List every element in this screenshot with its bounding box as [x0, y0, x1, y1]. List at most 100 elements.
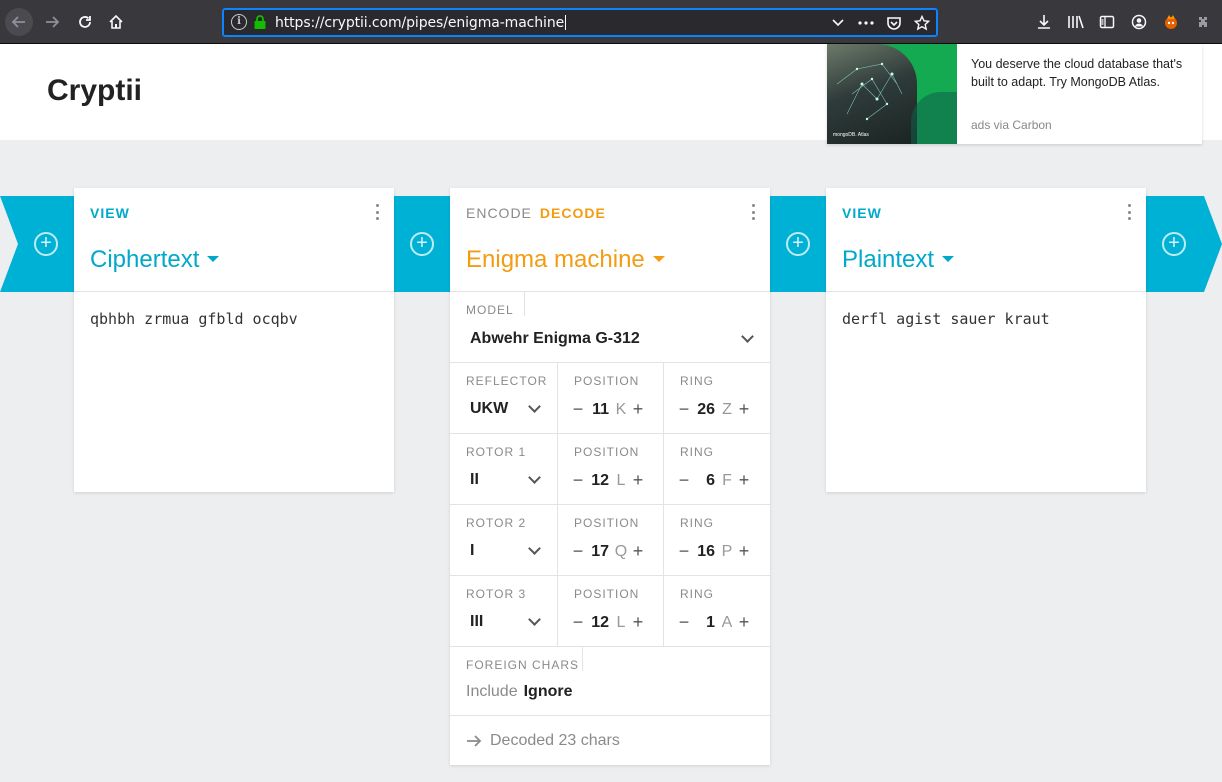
plus-icon[interactable]: + — [737, 399, 751, 420]
plus-icon[interactable]: + — [631, 612, 645, 633]
model-select[interactable]: Abwehr Enigma G-312 — [470, 330, 640, 348]
rotor-select[interactable]: I — [470, 542, 474, 560]
position-letter: L — [616, 613, 626, 631]
minus-icon[interactable]: − — [571, 470, 585, 491]
site-logo[interactable]: Cryptii — [47, 74, 142, 108]
divider — [557, 505, 558, 576]
mode-toggle: ENCODE DECODE — [466, 205, 606, 221]
ring-value[interactable]: 26 — [691, 401, 715, 419]
reload-button[interactable] — [71, 8, 99, 36]
add-brick-icon[interactable]: + — [1162, 232, 1186, 256]
card-title-dropdown[interactable]: Enigma machine — [466, 246, 665, 274]
chevron-down-icon[interactable] — [741, 330, 754, 343]
divider — [663, 576, 664, 647]
position-value[interactable]: 11 — [585, 401, 609, 419]
extension-icon[interactable] — [1161, 12, 1181, 32]
divider — [582, 647, 583, 671]
minus-icon[interactable]: − — [677, 541, 691, 562]
add-brick-icon[interactable]: + — [410, 232, 434, 256]
more-vert-icon[interactable] — [750, 204, 756, 220]
ring-letter: P — [721, 542, 733, 560]
encode-tab[interactable]: ENCODE — [466, 205, 532, 221]
rotor-label: ROTOR 3 — [466, 587, 527, 601]
card-header: VIEW Plaintext — [826, 188, 1146, 292]
sidebar-icon[interactable] — [1097, 12, 1117, 32]
add-brick-icon[interactable]: + — [34, 232, 58, 256]
ad-text[interactable]: You deserve the cloud database that's bu… — [971, 55, 1186, 91]
card-title-dropdown[interactable]: Plaintext — [842, 246, 955, 274]
ring-value[interactable]: 16 — [691, 543, 715, 561]
chevron-down-icon[interactable] — [528, 471, 541, 484]
caret-down-icon — [652, 256, 665, 262]
lock-icon[interactable] — [253, 14, 267, 30]
rotor-3-row: ROTOR 3 III POSITION − 12 L + RING − 1 A… — [450, 576, 770, 647]
account-icon[interactable] — [1129, 12, 1149, 32]
add-brick-icon[interactable]: + — [786, 232, 810, 256]
url-bar[interactable]: i https://cryptii.com/pipes/enigma-machi… — [222, 8, 938, 37]
info-icon[interactable]: i — [231, 14, 247, 30]
view-mode-label[interactable]: VIEW — [842, 205, 882, 221]
reload-icon — [79, 16, 91, 28]
url-text[interactable]: https://cryptii.com/pipes/enigma-machine — [275, 15, 566, 31]
plus-icon[interactable]: + — [737, 612, 751, 633]
chevron-down-icon[interactable] — [829, 14, 847, 32]
plus-icon[interactable]: + — [631, 470, 645, 491]
divider — [663, 505, 664, 576]
ring-label: RING — [680, 445, 714, 459]
minus-icon[interactable]: − — [677, 399, 691, 420]
minus-icon[interactable]: − — [571, 612, 585, 633]
rotor-select[interactable]: II — [470, 471, 479, 489]
ring-value[interactable]: 1 — [691, 614, 715, 632]
pocket-icon[interactable] — [885, 14, 903, 32]
enigma-card: ENCODE DECODE Enigma machine MODEL Abwehr… — [450, 188, 770, 765]
chevron-down-icon[interactable] — [528, 400, 541, 413]
ciphertext-textarea[interactable]: qbhbh zrmua gfbld ocqbv — [90, 310, 298, 328]
minus-icon[interactable]: − — [677, 612, 691, 633]
position-value[interactable]: 12 — [585, 614, 609, 632]
minus-icon[interactable]: − — [677, 470, 691, 491]
chevron-down-icon[interactable] — [528, 613, 541, 626]
more-vert-icon[interactable] — [374, 204, 380, 220]
position-value[interactable]: 12 — [585, 472, 609, 490]
browser-toolbar: i https://cryptii.com/pipes/enigma-machi… — [0, 0, 1222, 44]
plaintext-textarea[interactable]: derfl agist sauer kraut — [842, 310, 1050, 328]
card-title: Enigma machine — [466, 246, 645, 273]
rotor-select[interactable]: III — [470, 613, 483, 631]
decode-tab[interactable]: DECODE — [540, 205, 606, 221]
library-icon[interactable] — [1066, 12, 1086, 32]
view-mode-label[interactable]: VIEW — [90, 205, 130, 221]
card-header: ENCODE DECODE Enigma machine — [450, 188, 770, 292]
minus-icon[interactable]: − — [571, 541, 585, 562]
card-title-dropdown[interactable]: Ciphertext — [90, 246, 220, 274]
puzzle-extension-icon[interactable] — [1193, 12, 1213, 32]
plus-icon[interactable]: + — [737, 470, 751, 491]
ignore-option[interactable]: Ignore — [524, 683, 573, 700]
carbon-ad[interactable]: mongoDB. Atlas You deserve the cloud dat… — [827, 44, 1202, 144]
divider — [557, 434, 558, 505]
status-text: Decoded 23 chars — [490, 732, 620, 749]
divider — [557, 363, 558, 434]
back-button[interactable] — [5, 8, 33, 36]
arrow-right-icon — [46, 16, 60, 28]
include-option[interactable]: Include — [466, 683, 518, 700]
plus-icon[interactable]: + — [631, 399, 645, 420]
home-button[interactable] — [102, 8, 130, 36]
bookmark-star-icon[interactable] — [913, 14, 931, 32]
divider — [663, 434, 664, 505]
arrow-left-icon — [11, 16, 25, 28]
position-value[interactable]: 17 — [585, 543, 609, 561]
minus-icon[interactable]: − — [571, 399, 585, 420]
plus-icon[interactable]: + — [631, 541, 645, 562]
plus-icon[interactable]: + — [737, 541, 751, 562]
foreign-chars-toggle: Include Ignore — [466, 683, 572, 701]
forward-button[interactable] — [38, 8, 66, 36]
reflector-select[interactable]: UKW — [470, 400, 508, 418]
ad-image[interactable]: mongoDB. Atlas — [827, 44, 957, 144]
page-actions-icon[interactable] — [857, 14, 875, 32]
ring-label: RING — [680, 587, 714, 601]
more-vert-icon[interactable] — [1126, 204, 1132, 220]
ad-via-link[interactable]: ads via Carbon — [971, 118, 1052, 132]
chevron-down-icon[interactable] — [528, 542, 541, 555]
download-icon[interactable] — [1034, 12, 1054, 32]
ring-value[interactable]: 6 — [691, 472, 715, 490]
